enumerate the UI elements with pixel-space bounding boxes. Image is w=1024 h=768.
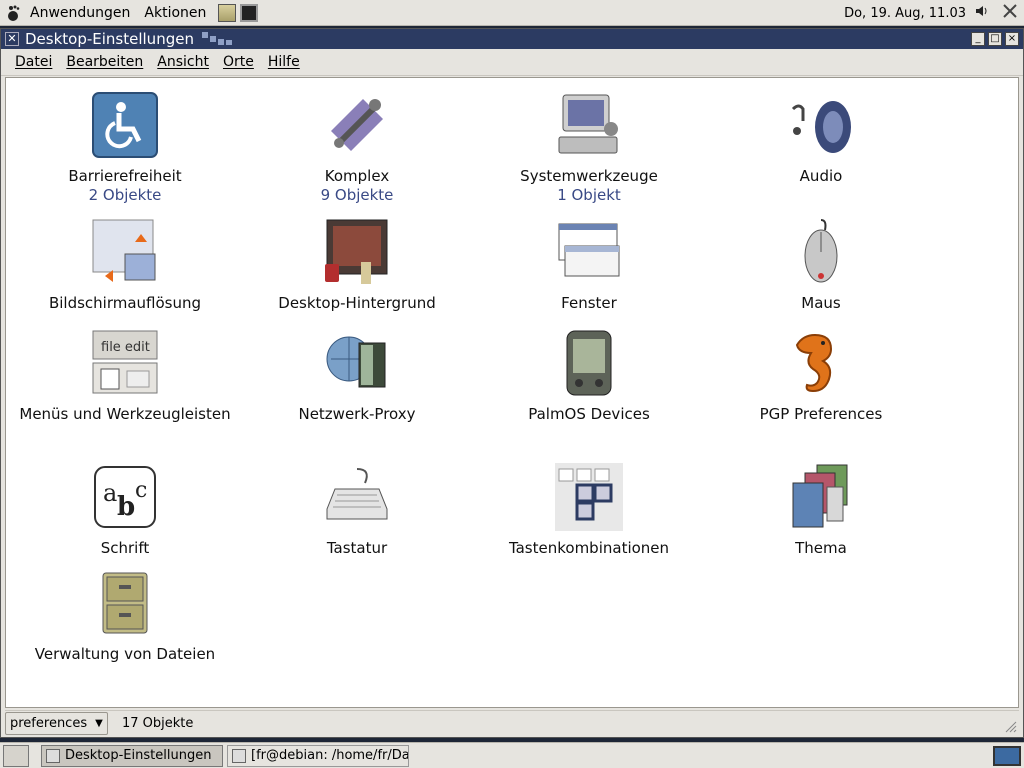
minimize-button[interactable]: _ (971, 32, 985, 46)
mouse-icon (804, 219, 838, 283)
resize-grip-icon[interactable] (1001, 717, 1017, 733)
item-label: Verwaltung von Dateien (34, 645, 216, 663)
item-menues-und-werkzeugleisten[interactable]: file edit Menüs und Werkzeugleisten (10, 329, 240, 424)
item-barrierefreiheit[interactable]: Barrierefreiheit 2 Objekte (10, 91, 240, 205)
menu-file[interactable]: Datei (15, 54, 52, 70)
item-label: Systemwerkzeuge (520, 167, 658, 185)
task-label: Desktop-Einstellungen (65, 748, 212, 763)
font-icon: a bc (94, 466, 156, 528)
icon-view: Barrierefreiheit 2 Objekte Komplex 9 Obj… (5, 77, 1019, 708)
bottom-panel: Desktop-Einstellungen [fr@debian: /home/… (0, 742, 1024, 768)
tools-tray-icon[interactable] (1002, 3, 1018, 23)
top-panel: Anwendungen Aktionen Do, 19. Aug, 11.03 (0, 0, 1024, 26)
item-desktop-hintergrund[interactable]: Desktop-Hintergrund (242, 218, 472, 313)
accessibility-icon (92, 92, 158, 158)
item-verwaltung-von-dateien[interactable]: Verwaltung von Dateien (10, 569, 240, 664)
maximize-button[interactable]: □ (988, 32, 1002, 46)
menu-view[interactable]: Ansicht (157, 54, 209, 70)
workspace-switcher[interactable] (993, 746, 1021, 766)
actions-menu[interactable]: Aktionen (144, 5, 206, 21)
svg-text:b: b (117, 492, 135, 522)
item-label: Audio (799, 167, 843, 185)
item-label: Maus (801, 294, 841, 312)
item-fenster[interactable]: Fenster (474, 218, 704, 313)
item-netzwerk-proxy[interactable]: Netzwerk-Proxy (242, 329, 472, 424)
volume-icon[interactable] (974, 3, 990, 23)
item-label: Desktop-Hintergrund (278, 294, 436, 312)
item-systemwerkzeuge[interactable]: Systemwerkzeuge 1 Objekt (474, 91, 704, 205)
item-label: Fenster (561, 294, 617, 312)
statusbar: preferences ▼ 17 Objekte (5, 710, 1019, 735)
item-count-status: 17 Objekte (122, 715, 194, 731)
location-label: preferences (10, 715, 88, 731)
item-label: Tastatur (326, 539, 388, 557)
item-thema[interactable]: Thema (706, 463, 936, 558)
titlebar[interactable]: ✕ Desktop-Einstellungen _ □ × (1, 29, 1023, 49)
network-proxy-icon (326, 336, 386, 388)
show-desktop-icon[interactable] (3, 744, 29, 767)
menus-icon: file edit (92, 330, 158, 394)
item-label: Komplex (324, 167, 390, 185)
item-pgp-preferences[interactable]: PGP Preferences (706, 329, 936, 424)
item-label: Netzwerk-Proxy (298, 405, 416, 423)
svg-text:file edit: file edit (101, 340, 150, 355)
applications-menu[interactable]: Anwendungen (30, 5, 130, 21)
titlebar-decoration (201, 32, 234, 46)
windows-icon (558, 223, 620, 277)
gnome-foot-icon[interactable] (4, 3, 24, 23)
shortcuts-icon (555, 463, 623, 531)
task-desktop-settings[interactable]: Desktop-Einstellungen (41, 744, 223, 767)
item-count: 2 Objekte (88, 186, 162, 204)
menubar: Datei Bearbeiten Ansicht Orte Hilfe (1, 49, 1023, 76)
item-schrift[interactable]: abc Schrift (10, 463, 240, 558)
item-label: Menüs und Werkzeugleisten (19, 405, 231, 423)
close-button[interactable]: × (1005, 32, 1019, 46)
item-palmos-devices[interactable]: PalmOS Devices (474, 329, 704, 424)
launcher-icon[interactable] (218, 3, 237, 22)
item-tastenkombinationen[interactable]: Tastenkombinationen (474, 463, 704, 558)
item-count: 1 Objekt (557, 186, 621, 204)
item-count: 9 Objekte (320, 186, 394, 204)
location-selector[interactable]: preferences ▼ (5, 711, 108, 735)
item-label: Schrift (100, 539, 150, 557)
seahorse-icon (795, 333, 833, 393)
clock[interactable]: Do, 19. Aug, 11.03 (844, 6, 966, 21)
svg-text:c: c (135, 478, 147, 503)
item-audio[interactable]: Audio (706, 91, 936, 186)
window-title: Desktop-Einstellungen (25, 30, 194, 48)
menu-places[interactable]: Orte (223, 54, 254, 70)
menu-edit[interactable]: Bearbeiten (66, 54, 143, 70)
menu-help[interactable]: Hilfe (268, 54, 300, 70)
item-tastatur[interactable]: Tastatur (242, 463, 472, 558)
item-label: Tastenkombinationen (508, 539, 670, 557)
tools-icon (46, 748, 60, 763)
wallpaper-icon (325, 219, 388, 284)
terminal-launcher-icon[interactable] (240, 3, 259, 22)
theme-icon (792, 464, 848, 528)
terminal-icon (232, 748, 246, 763)
item-label: Thema (795, 539, 847, 557)
item-maus[interactable]: Maus (706, 218, 936, 313)
speaker-icon (791, 101, 851, 153)
task-terminal[interactable]: [fr@debian: /home/fr/Dat (227, 744, 409, 767)
computer-icon (558, 94, 618, 154)
desktop-settings-window: ✕ Desktop-Einstellungen _ □ × Datei Bear… (0, 28, 1024, 738)
item-label: PGP Preferences (759, 405, 883, 423)
item-label: PalmOS Devices (528, 405, 650, 423)
file-cabinet-icon (102, 572, 148, 634)
tools-icon (331, 99, 383, 151)
item-bildschirmaufloesung[interactable]: Bildschirmauflösung (10, 218, 240, 313)
item-komplex[interactable]: Komplex 9 Objekte (242, 91, 472, 205)
keyboard-icon (326, 468, 388, 520)
display-resolution-icon (92, 219, 156, 282)
item-label: Bildschirmauflösung (48, 294, 202, 312)
palm-device-icon (566, 330, 612, 396)
window-menu-icon[interactable]: ✕ (5, 32, 19, 46)
task-label: [fr@debian: /home/fr/Dat (251, 748, 409, 763)
item-label: Barrierefreiheit (68, 167, 182, 185)
svg-text:a: a (103, 479, 117, 507)
chevron-down-icon: ▼ (95, 717, 103, 729)
